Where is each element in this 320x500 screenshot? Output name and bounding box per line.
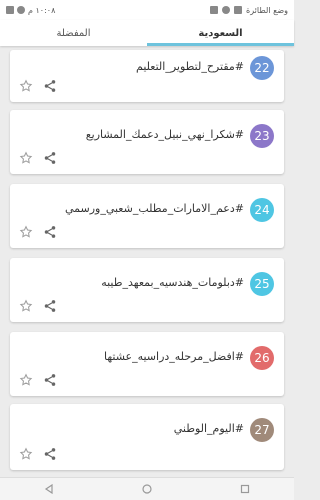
- system-nav-bar: [0, 477, 294, 500]
- photo-icon: [210, 6, 219, 14]
- item-actions: [18, 150, 58, 166]
- nav-back-button[interactable]: [42, 482, 56, 496]
- share-button[interactable]: [42, 298, 58, 314]
- share-icon: [44, 226, 56, 238]
- item-actions: [18, 298, 58, 314]
- battery-icon: [6, 6, 14, 14]
- rank-badge: 26: [250, 346, 274, 370]
- list-item[interactable]: 24 #دعم_الامارات_مطلب_شعبي_ورسمي: [10, 184, 284, 248]
- favorite-button[interactable]: [18, 446, 34, 462]
- item-actions: [18, 224, 58, 240]
- star-outline-icon: [19, 299, 33, 312]
- tab-saudi-label: السعودية: [198, 27, 243, 39]
- favorite-button[interactable]: [18, 78, 34, 94]
- list-item[interactable]: 23 #شكرا_نهي_نبيل_دعمك_المشاريع: [10, 110, 284, 174]
- alarm-icon: [17, 6, 25, 14]
- favorite-button[interactable]: [18, 150, 34, 166]
- rank-badge: 27: [250, 418, 274, 442]
- share-button[interactable]: [42, 78, 58, 94]
- favorite-button[interactable]: [18, 372, 34, 388]
- item-actions: [18, 78, 58, 94]
- rank-badge: 24: [250, 198, 274, 222]
- rank-badge: 25: [250, 272, 274, 296]
- star-outline-icon: [19, 373, 33, 386]
- share-icon: [44, 80, 56, 92]
- airplane-mode-text: وضع الطائرة: [246, 5, 288, 15]
- home-circle-icon: [142, 484, 152, 494]
- tab-bar: المفضلة السعودية: [0, 20, 294, 46]
- share-button[interactable]: [42, 446, 58, 462]
- share-button[interactable]: [42, 372, 58, 388]
- status-right: وضع الطائرة: [210, 6, 288, 15]
- share-icon: [44, 374, 56, 386]
- favorite-button[interactable]: [18, 224, 34, 240]
- share-icon: [44, 448, 56, 460]
- hashtag-title: #دعم_الامارات_مطلب_شعبي_ورسمي: [64, 202, 244, 215]
- list-item[interactable]: 25 #دبلومات_هندسيه_بمعهد_طيبه: [10, 258, 284, 322]
- nav-home-button[interactable]: [140, 482, 154, 496]
- hashtag-title: #دبلومات_هندسيه_بمعهد_طيبه: [101, 276, 244, 289]
- recents-square-icon: [240, 484, 250, 494]
- hashtag-title: #افضل_مرحله_دراسيه_عشتها: [103, 350, 244, 363]
- tab-favorites-label: المفضلة: [56, 27, 91, 39]
- star-outline-icon: [19, 447, 33, 460]
- whatsapp-icon: [222, 6, 231, 14]
- tab-favorites[interactable]: المفضلة: [0, 20, 147, 46]
- share-icon: [44, 300, 56, 312]
- back-triangle-icon: [44, 484, 53, 494]
- list-item[interactable]: 22 #مقترح_لتطوير_التعليم: [10, 50, 284, 102]
- rank-badge: 23: [250, 124, 274, 148]
- hashtag-title: #شكرا_نهي_نبيل_دعمك_المشاريع: [85, 128, 244, 141]
- list-item[interactable]: 26 #افضل_مرحله_دراسيه_عشتها: [10, 332, 284, 396]
- notification-icon: [234, 6, 243, 14]
- hashtag-title: #مقترح_لتطوير_التعليم: [136, 60, 244, 73]
- star-outline-icon: [19, 151, 33, 164]
- item-actions: [18, 372, 58, 388]
- share-button[interactable]: [42, 224, 58, 240]
- favorite-button[interactable]: [18, 298, 34, 314]
- status-left: ١٠:٠٨ م: [6, 6, 55, 15]
- status-time: ١٠:٠٨ م: [28, 5, 56, 15]
- star-outline-icon: [19, 79, 33, 92]
- rank-badge: 22: [250, 56, 274, 80]
- share-icon: [44, 152, 56, 164]
- list-item[interactable]: 27 #اليوم_الوطني: [10, 404, 284, 470]
- status-bar: ١٠:٠٨ م وضع الطائرة: [0, 0, 294, 20]
- item-actions: [18, 446, 58, 462]
- nav-recents-button[interactable]: [238, 482, 252, 496]
- hashtag-title: #اليوم_الوطني: [173, 422, 244, 435]
- star-outline-icon: [19, 225, 33, 238]
- tab-saudi[interactable]: السعودية: [147, 20, 294, 46]
- share-button[interactable]: [42, 150, 58, 166]
